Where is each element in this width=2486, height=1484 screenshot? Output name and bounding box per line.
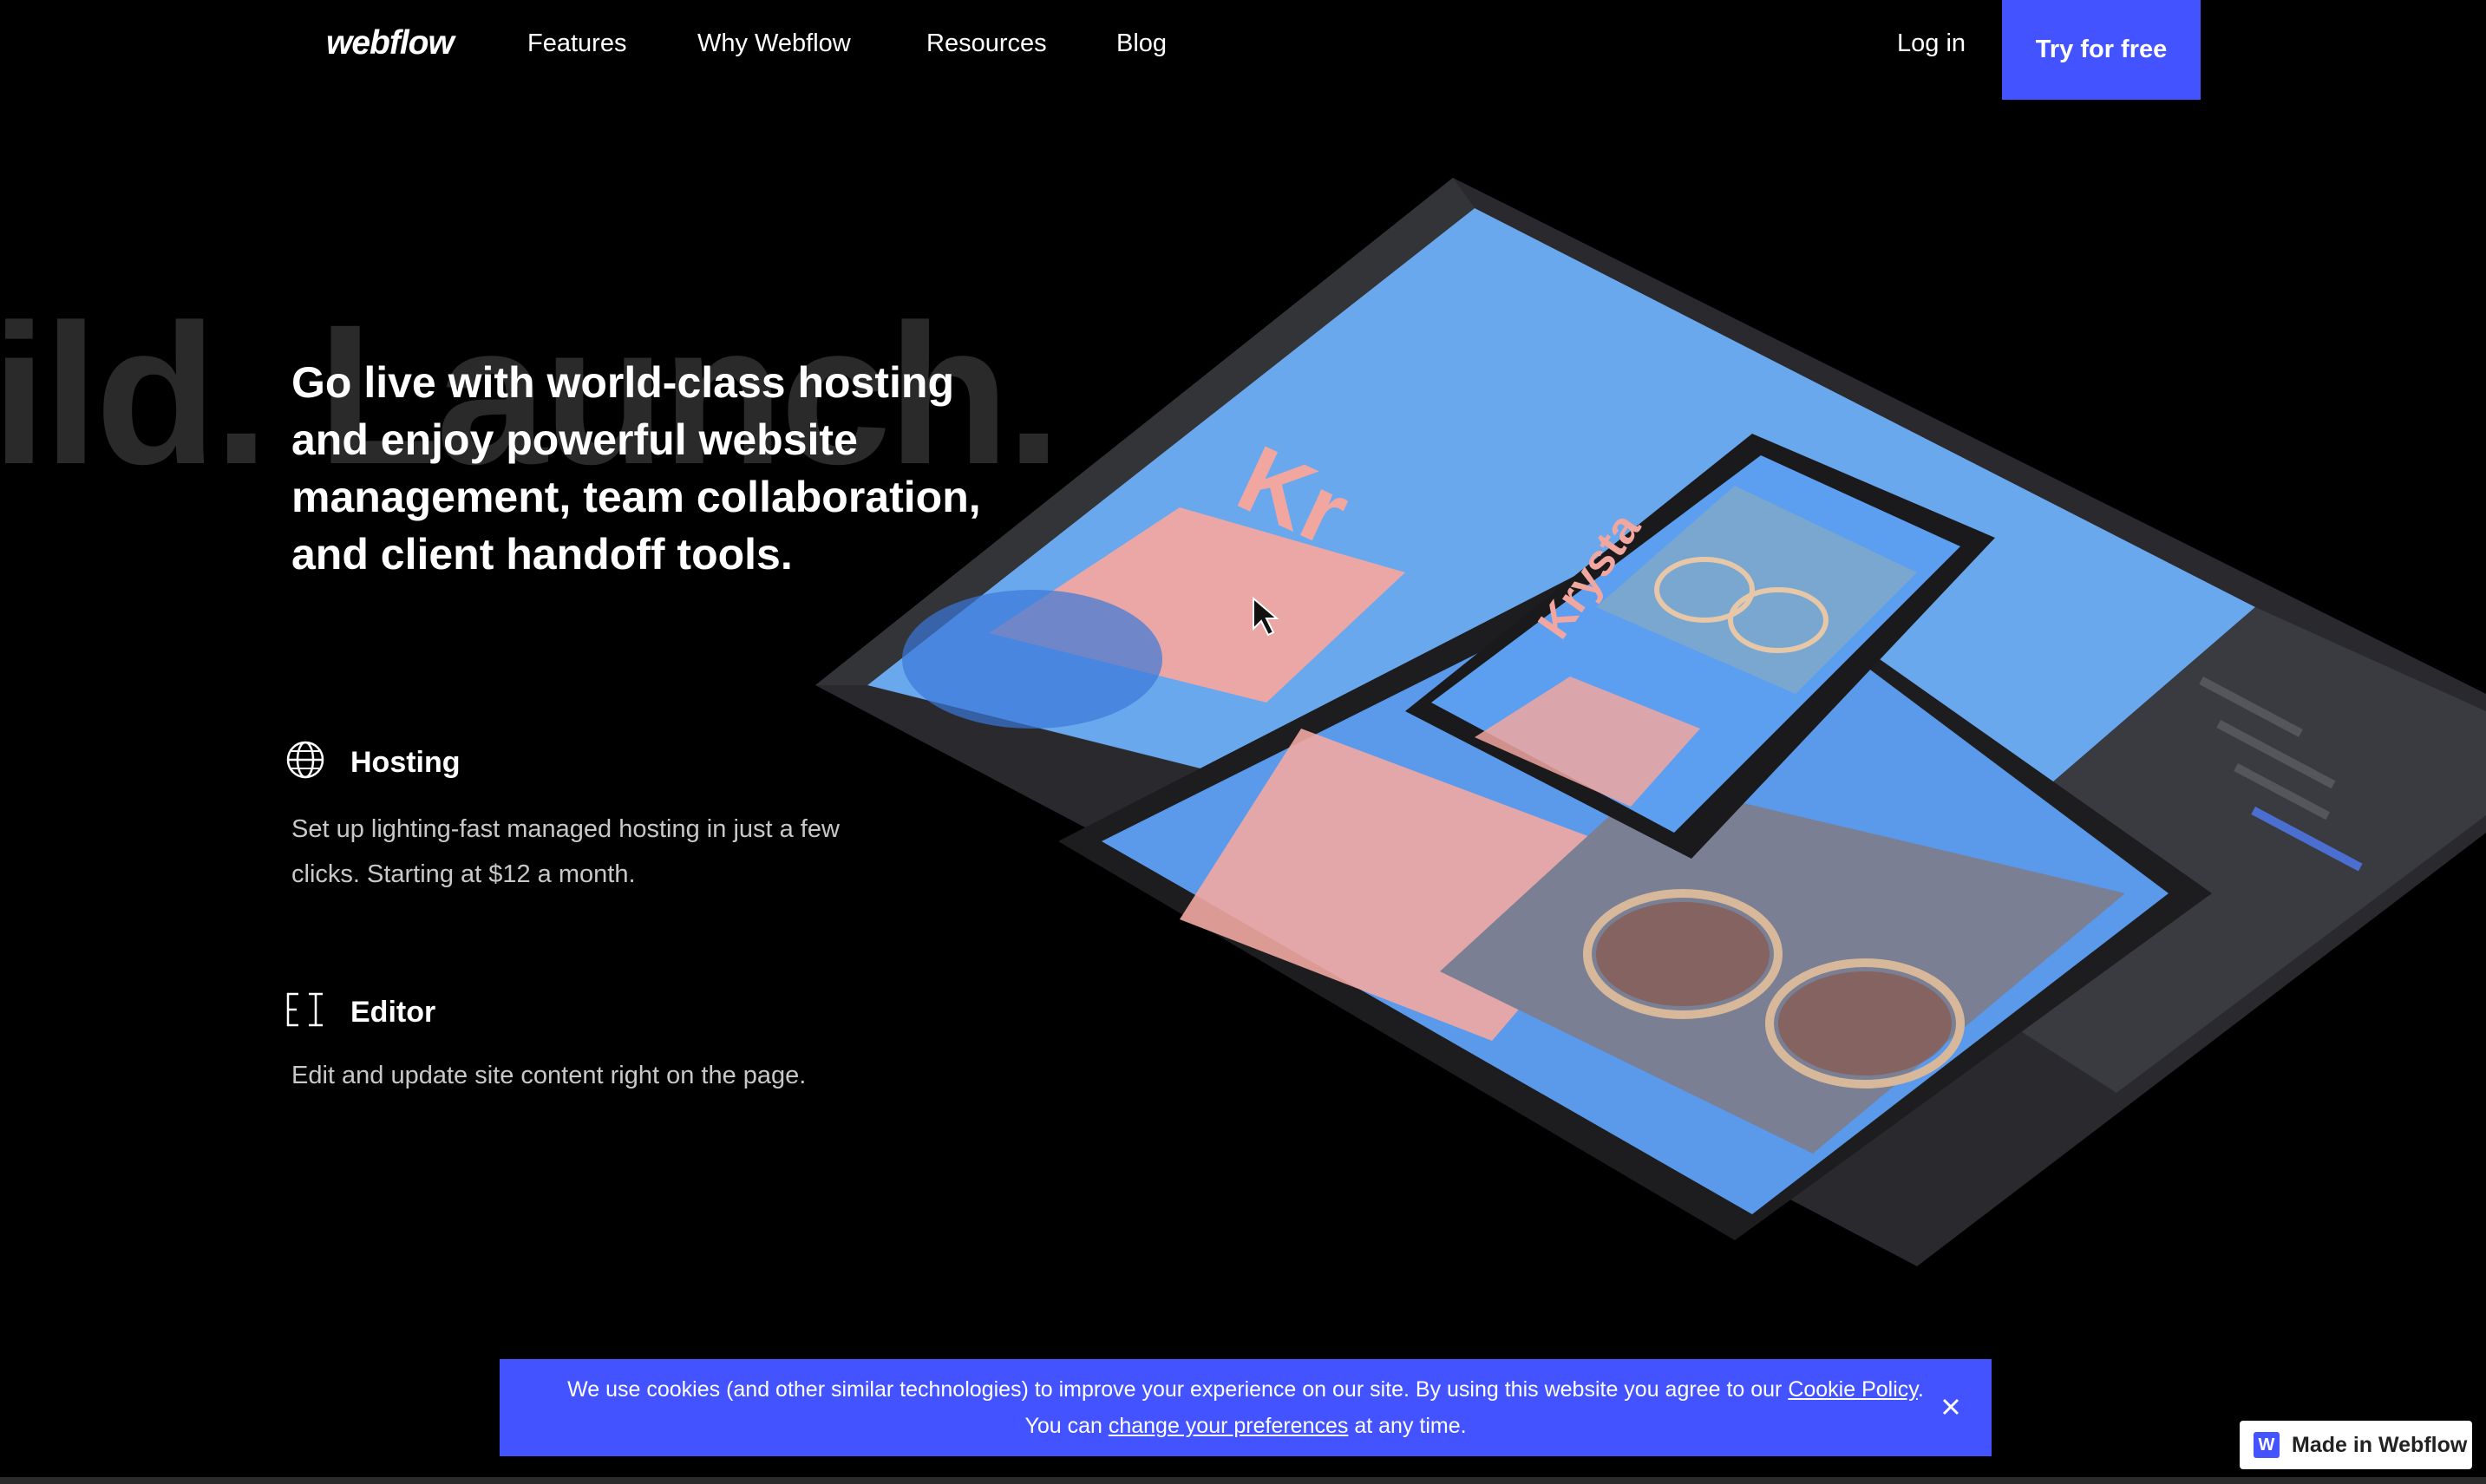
webflow-logo[interactable]: webflow — [326, 24, 455, 62]
feature-title: Editor — [350, 996, 436, 1029]
cookie-text-end: at any time. — [1348, 1414, 1467, 1438]
top-nav: webflow Features Why Webflow Resources B… — [0, 0, 2486, 100]
try-for-free-button[interactable]: Try for free — [2002, 0, 2201, 100]
bottom-divider — [0, 1477, 2486, 1484]
nav-why-webflow[interactable]: Why Webflow — [697, 29, 851, 58]
cookie-line-1: We use cookies (and other similar techno… — [500, 1359, 1992, 1408]
cookie-banner: We use cookies (and other similar techno… — [500, 1359, 1992, 1456]
feature-description: Set up lighting-fast managed hosting in … — [291, 815, 840, 888]
cookie-policy-link[interactable]: Cookie Policy — [1788, 1377, 1918, 1402]
cookie-text-end: . — [1917, 1377, 1924, 1402]
feature-description: Edit and update site content right on th… — [291, 1062, 807, 1089]
cookie-text: You can — [1024, 1414, 1109, 1438]
editor-icon — [286, 992, 323, 1027]
device-mockup-illustration: Kr Krysta — [815, 178, 2486, 1266]
cookie-text: We use cookies (and other similar techno… — [567, 1377, 1789, 1402]
badge-label: Made in Webflow — [2292, 1432, 2468, 1457]
made-in-webflow-badge[interactable]: W Made in Webflow — [2240, 1421, 2472, 1469]
globe-icon — [286, 741, 324, 779]
nav-features[interactable]: Features — [527, 29, 626, 58]
nav-resources[interactable]: Resources — [926, 29, 1047, 58]
cookie-line-2: You can change your preferences at any t… — [500, 1408, 1992, 1444]
nav-blog[interactable]: Blog — [1116, 29, 1167, 58]
feature-title: Hosting — [350, 746, 461, 779]
close-icon[interactable] — [1936, 1392, 1966, 1422]
login-link[interactable]: Log in — [1897, 29, 1966, 58]
webflow-badge-icon: W — [2254, 1432, 2280, 1458]
hero-headline: Go live with world-class hosting and enj… — [291, 358, 981, 579]
change-preferences-link[interactable]: change your preferences — [1109, 1414, 1349, 1438]
